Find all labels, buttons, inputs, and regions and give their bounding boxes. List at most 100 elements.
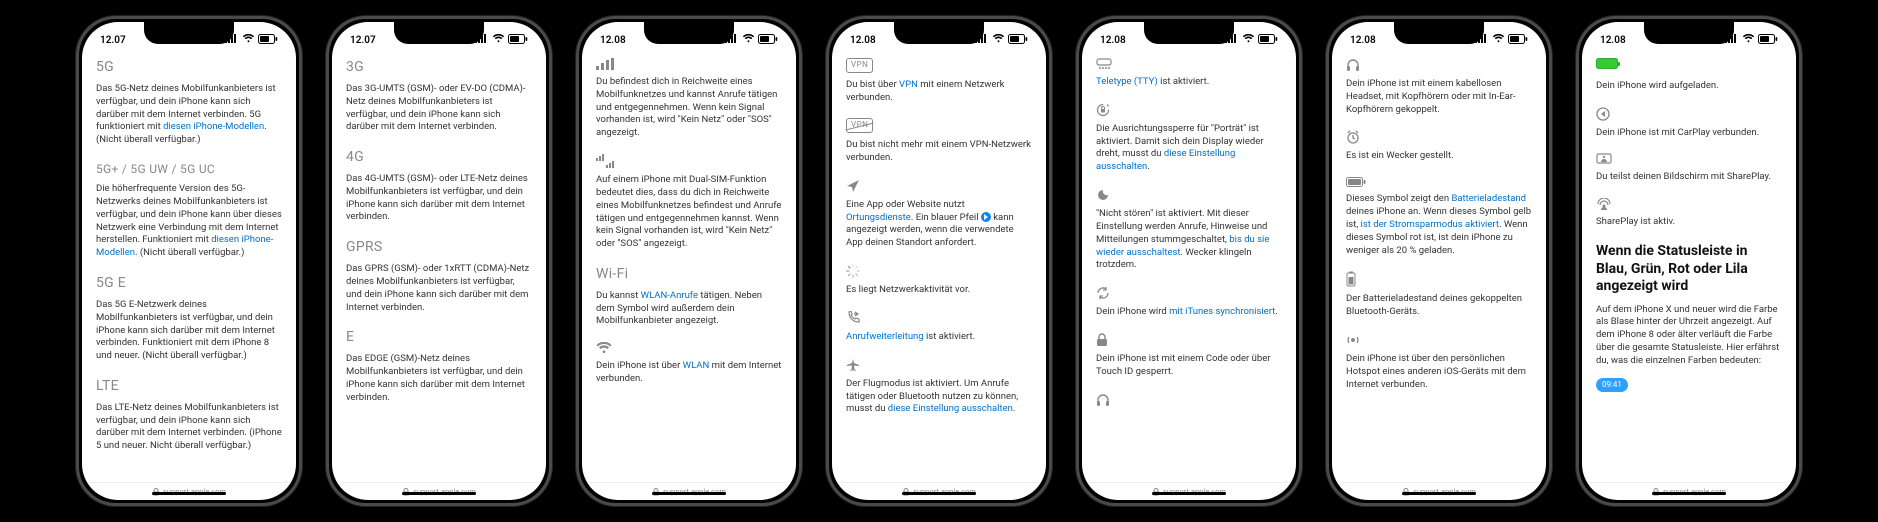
entry-desc: Dein iPhone wird aufgeladen. [1596,80,1782,93]
status-entry: 3GDas 3G-UMTS (GSM)- oder EV-DO (CDMA)-N… [346,58,532,134]
inline-link[interactable]: mit iTunes synchronisiert [1169,306,1275,317]
dual-bars-icon [596,154,782,168]
url-bar[interactable]: support.apple.com [1082,482,1296,500]
url-bar[interactable]: support.apple.com [832,482,1046,500]
airplane-icon [846,358,1032,372]
inline-link[interactable]: diesen iPhone-Modellen [163,121,264,132]
notch [144,22,234,44]
entry-desc: Das 4G-UMTS (GSM)- oder LTE-Netz deines … [346,173,532,224]
status-indicators [1725,34,1778,47]
bt-batt-icon [1346,271,1532,287]
status-entry: Du befindest dich in Reichweite eines Mo… [596,58,782,140]
entry-head: 5G [96,58,282,77]
entry-desc: Anrufweiterleitung ist aktiviert. [846,331,1032,344]
home-indicator[interactable] [152,492,226,495]
inline-link[interactable]: ist der Stromsparmodus aktiviert [1361,219,1499,230]
status-indicators [975,34,1028,47]
inline-link[interactable]: VPN [899,79,918,90]
cell-bars-icon [596,58,782,70]
entry-head: 3G [346,58,532,77]
status-entry: Dieses Symbol zeigt den Batterieladestan… [1346,177,1532,257]
home-indicator[interactable] [1402,492,1476,495]
phone-frame: 12.08Dein iPhone wird aufgeladen.Dein iP… [1576,16,1802,506]
page-content[interactable]: VPNDu bist über VPN mit einem Netzwerk v… [832,52,1046,482]
hotspot-icon [1346,333,1532,347]
carplay-icon [1596,107,1782,121]
status-indicators [1225,34,1278,47]
entry-desc: Das 5G-Netz deines Mobilfunkanbieters is… [96,83,282,147]
entry-desc: Es ist ein Wecker gestellt. [1346,150,1532,163]
entry-desc: Das LTE-Netz deines Mobilfunkanbieters i… [96,402,282,453]
page-content[interactable]: 3GDas 3G-UMTS (GSM)- oder EV-DO (CDMA)-N… [332,52,546,482]
status-entry: 5G E Das 5G E-Netzwerk deines Mobilfunkan… [96,274,282,363]
phone-frame: 12.08Dein iPhone ist mit einem kabellose… [1326,16,1552,506]
orient-lock-icon [1096,103,1282,117]
status-entry: 4G Das 4G-UMTS (GSM)- oder LTE-Netz deine… [346,148,532,224]
notch [1144,22,1234,44]
status-indicators [725,34,778,47]
status-time: 12.08 [850,35,876,46]
entry-desc: Du kannst WLAN-Anrufe tätigen. Neben dem… [596,290,782,328]
url-bar[interactable]: support.apple.com [332,482,546,500]
dnd-icon [1096,188,1282,202]
home-indicator[interactable] [402,492,476,495]
inline-link[interactable]: Batterieladestand [1451,193,1526,204]
entry-desc: SharePlay ist aktiv. [1596,216,1782,229]
page-content[interactable]: Du befindest dich in Reichweite eines Mo… [582,52,796,482]
entry-desc: Dein iPhone ist mit einem kabellosen Hea… [1346,78,1532,116]
inline-link[interactable]: Anrufweiterleitung [846,331,924,342]
inline-link[interactable]: Ortungsdienste [846,212,911,223]
url-bar[interactable]: support.apple.com [1582,482,1796,500]
home-indicator[interactable] [652,492,726,495]
inline-link[interactable]: bis du sie wieder ausschaltest [1096,234,1269,258]
entry-desc: Die höherfrequente Version des 5G-Netzwe… [96,183,282,260]
url-bar[interactable]: support.apple.com [582,482,796,500]
status-entry: Dein iPhone wird mit iTunes synchronisie… [1096,286,1282,319]
entry-desc: Du bist nicht mehr mit einem VPN-Netzwer… [846,139,1032,165]
entry-desc: Auf einem iPhone mit Dual-SIM-Funktion b… [596,174,782,251]
entry-desc: Du teilst deinen Bildschirm mit SharePla… [1596,171,1782,184]
entry-desc: Dein iPhone ist über WLAN mit dem Intern… [596,360,782,386]
headphones-icon [1096,393,1282,407]
status-time: 12.07 [350,35,376,46]
status-entry: Auf einem iPhone mit Dual-SIM-Funktion b… [596,154,782,251]
notch [894,22,984,44]
status-pill-example: 09:41 [1596,378,1628,393]
inline-link[interactable]: diese Einstellung ausschalten [888,403,1013,414]
status-time: 12.07 [100,35,126,46]
page-content[interactable]: 5G Das 5G-Netz deines Mobilfunkanbieters … [82,52,296,482]
call-fwd-icon [846,311,1032,325]
url-bar[interactable]: support.apple.com [82,482,296,500]
entry-head: E [346,328,532,347]
vpn-off-icon: VPN [846,118,1032,133]
page-content[interactable]: Dein iPhone wird aufgeladen.Dein iPhone … [1582,52,1796,482]
lock-icon [1096,333,1282,347]
battery-icon [1346,177,1532,187]
home-indicator[interactable] [1652,492,1726,495]
notch [394,22,484,44]
inline-link[interactable]: diesen iPhone-Modellen [96,234,273,258]
inline-link[interactable]: diese Einstellung ausschalten [1096,148,1235,172]
phone-frame: 12.08 VPNDu bist über VPN mit einem Netzw… [826,16,1052,506]
status-time: 12.08 [1100,35,1126,46]
headphones-icon [1346,58,1532,72]
phone-frame: 12.08 Du befindest dich in Reichweite ein… [576,16,802,506]
home-indicator[interactable] [1152,492,1226,495]
status-entry: 5G Das 5G-Netz deines Mobilfunkanbieters … [96,58,282,147]
status-entry: Dein iPhone ist mit einem kabellosen Hea… [1346,58,1532,116]
page-content[interactable]: Dein iPhone ist mit einem kabellosen Hea… [1332,52,1546,482]
inline-link[interactable]: Teletype (TTY) [1096,76,1158,87]
status-entry: Dein iPhone wird aufgeladen. [1596,58,1782,93]
status-entry: Du teilst deinen Bildschirm mit SharePla… [1596,153,1782,184]
inline-link[interactable]: WLAN [683,360,710,371]
sync-icon [1096,286,1282,300]
page-content[interactable]: Teletype (TTY) ist aktiviert.Die Ausrich… [1082,52,1296,482]
entry-desc: Das 5G E-Netzwerk deines Mobilfunkanbiet… [96,299,282,363]
entry-head: 4G [346,148,532,167]
status-entry: Eine App oder Website nutzt Ortungsdiens… [846,179,1032,250]
url-bar[interactable]: support.apple.com [1332,482,1546,500]
inline-link[interactable]: WLAN-Anrufe [641,290,698,301]
home-indicator[interactable] [902,492,976,495]
status-time: 12.08 [600,35,626,46]
entry-head: 5G E [96,274,282,293]
